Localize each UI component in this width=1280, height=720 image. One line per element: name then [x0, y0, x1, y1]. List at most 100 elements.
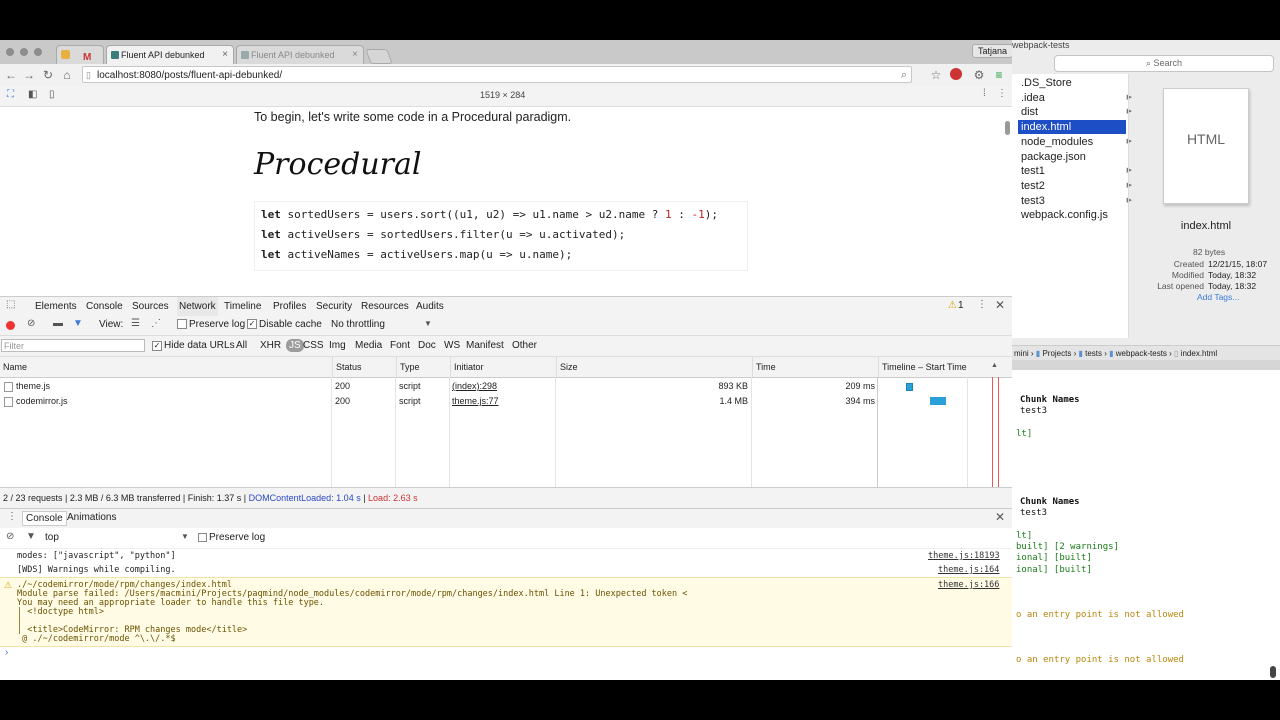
reload-icon[interactable]: ↻: [41, 68, 55, 82]
type-filter-manifest[interactable]: Manifest: [466, 340, 504, 351]
preserve-log-checkbox[interactable]: [177, 319, 187, 329]
finder-item[interactable]: webpack.config.js: [1018, 208, 1126, 222]
menu-icon[interactable]: ≡: [992, 68, 1006, 82]
finder-item[interactable]: dist ▶: [1018, 105, 1132, 119]
capture-screenshots-icon[interactable]: ▬: [53, 318, 63, 329]
cell-initiator[interactable]: theme.js:77: [452, 394, 499, 409]
new-tab-button[interactable]: [365, 49, 393, 64]
address-bar[interactable]: ▯ localhost:8080/posts/fluent-api-debunk…: [82, 66, 912, 83]
finder-item[interactable]: .idea ▶: [1018, 91, 1132, 105]
finder-item[interactable]: test2 ▶: [1018, 179, 1132, 193]
clear-icon[interactable]: ⊘: [27, 318, 35, 329]
context-select[interactable]: top: [45, 532, 59, 543]
path-item[interactable]: Projects: [1042, 349, 1071, 358]
type-filter-ws[interactable]: WS: [444, 340, 460, 351]
column-time[interactable]: Time: [752, 357, 878, 377]
type-filter-js[interactable]: JS: [286, 339, 304, 352]
inspect-element-icon[interactable]: ⬚: [6, 299, 15, 310]
forward-icon[interactable]: →: [22, 68, 36, 82]
back-icon[interactable]: ←: [4, 68, 18, 82]
devtools-tab-sources[interactable]: Sources: [132, 297, 169, 316]
table-row[interactable]: codemirror.js 200 script theme.js:77 1.4 MB 3…: [0, 394, 1012, 409]
dock-icon[interactable]: ⁞: [983, 88, 986, 99]
terminal-scrollbar[interactable]: [1270, 666, 1276, 678]
hide-data-urls-checkbox[interactable]: ✓: [152, 341, 162, 351]
cell-initiator[interactable]: (index):298: [452, 379, 497, 394]
devtools-tab-network[interactable]: Network: [177, 297, 218, 316]
filter-input[interactable]: Filter: [1, 339, 145, 352]
console-prompt[interactable]: ›: [5, 647, 8, 658]
disable-cache-checkbox[interactable]: ✓: [247, 319, 257, 329]
drawer-tab-console[interactable]: Console: [22, 511, 67, 526]
extension-icon[interactable]: ⚙: [972, 68, 986, 82]
column-initiator[interactable]: Initiator: [450, 357, 556, 377]
column-status[interactable]: Status: [332, 357, 396, 377]
chevron-down-icon[interactable]: ▼: [424, 319, 432, 328]
type-filter-css[interactable]: CSS: [303, 340, 324, 351]
column-size[interactable]: Size: [556, 357, 752, 377]
type-filter-other[interactable]: Other: [512, 340, 537, 351]
devtools-tab-console[interactable]: Console: [86, 297, 123, 316]
zoom-window-button[interactable]: [34, 48, 42, 56]
more-options-icon[interactable]: ⋮: [997, 88, 1007, 99]
column-name[interactable]: Name: [0, 357, 332, 377]
screen-icon[interactable]: ▯: [49, 89, 55, 100]
tab-fluent-api-active[interactable]: Fluent API debunked ×: [106, 45, 234, 64]
devtools-tab-elements[interactable]: Elements: [35, 297, 77, 316]
devtools-tab-security[interactable]: Security: [316, 297, 352, 316]
tab-close-icon[interactable]: ×: [222, 46, 228, 64]
finder-item[interactable]: .DS_Store: [1018, 76, 1126, 90]
extension-opera-icon[interactable]: [950, 68, 962, 80]
device-mode-icon[interactable]: ◧: [28, 89, 37, 100]
bookmark-star-icon[interactable]: ☆: [929, 68, 943, 82]
type-filter-doc[interactable]: Doc: [418, 340, 436, 351]
devtools-menu-icon[interactable]: ⋮: [977, 299, 987, 310]
finder-item[interactable]: test1 ▶: [1018, 164, 1132, 178]
table-row[interactable]: theme.js 200 script (index):298 893 KB 209 ms: [0, 379, 1012, 394]
close-drawer-icon[interactable]: ✕: [995, 510, 1005, 524]
drawer-tab-animations[interactable]: Animations: [67, 512, 116, 523]
tab-pinned[interactable]: M: [56, 45, 104, 64]
search-icon[interactable]: ⌕: [901, 67, 907, 84]
throttling-select[interactable]: No throttling: [331, 319, 385, 330]
path-item[interactable]: webpack-tests: [1116, 349, 1167, 358]
inspect-icon[interactable]: ⛶: [7, 89, 14, 100]
tab-close-icon[interactable]: ×: [352, 46, 358, 64]
profile-button[interactable]: Tatjana: [972, 44, 1014, 58]
finder-item[interactable]: test3 ▶: [1018, 194, 1132, 208]
close-window-button[interactable]: [6, 48, 14, 56]
chevron-down-icon[interactable]: ▼: [181, 532, 189, 541]
path-item[interactable]: mini: [1012, 349, 1029, 358]
devtools-tab-audits[interactable]: Audits: [416, 297, 444, 316]
overview-icon[interactable]: ⋰: [151, 318, 161, 329]
devtools-tab-timeline[interactable]: Timeline: [224, 297, 261, 316]
large-rows-icon[interactable]: ☰: [131, 318, 140, 329]
finder-item[interactable]: node_modules ▶: [1018, 135, 1132, 149]
add-tags-link[interactable]: Add Tags...: [1197, 292, 1239, 302]
filter-icon[interactable]: ▼: [73, 318, 83, 329]
type-filter-xhr[interactable]: XHR: [260, 340, 281, 351]
minimize-window-button[interactable]: [20, 48, 28, 56]
path-item[interactable]: index.html: [1181, 349, 1217, 358]
console-source-link[interactable]: theme.js:166: [938, 580, 999, 590]
column-type[interactable]: Type: [396, 357, 450, 377]
type-filter-media[interactable]: Media: [355, 340, 382, 351]
close-devtools-icon[interactable]: ✕: [995, 298, 1005, 312]
home-icon[interactable]: ⌂: [60, 68, 74, 82]
devtools-tab-resources[interactable]: Resources: [361, 297, 409, 316]
type-filter-img[interactable]: Img: [329, 340, 346, 351]
console-preserve-log-checkbox[interactable]: [198, 533, 207, 542]
tab-fluent-api-2[interactable]: Fluent API debunked ×: [236, 45, 364, 64]
type-filter-font[interactable]: Font: [390, 340, 410, 351]
finder-search-input[interactable]: ⌕ Search: [1054, 55, 1274, 72]
finder-item[interactable]: index.html: [1018, 120, 1126, 135]
drawer-menu-icon[interactable]: ⋮: [7, 511, 17, 522]
finder-item[interactable]: package.json: [1018, 150, 1126, 164]
path-item[interactable]: tests: [1085, 349, 1102, 358]
type-filter-all[interactable]: All: [236, 340, 247, 351]
console-source-link[interactable]: theme.js:164: [938, 565, 999, 575]
page-scrollbar[interactable]: [1005, 121, 1010, 135]
devtools-tab-profiles[interactable]: Profiles: [273, 297, 306, 316]
warning-count[interactable]: 1: [958, 300, 964, 311]
console-source-link[interactable]: theme.js:18193: [928, 551, 1000, 561]
